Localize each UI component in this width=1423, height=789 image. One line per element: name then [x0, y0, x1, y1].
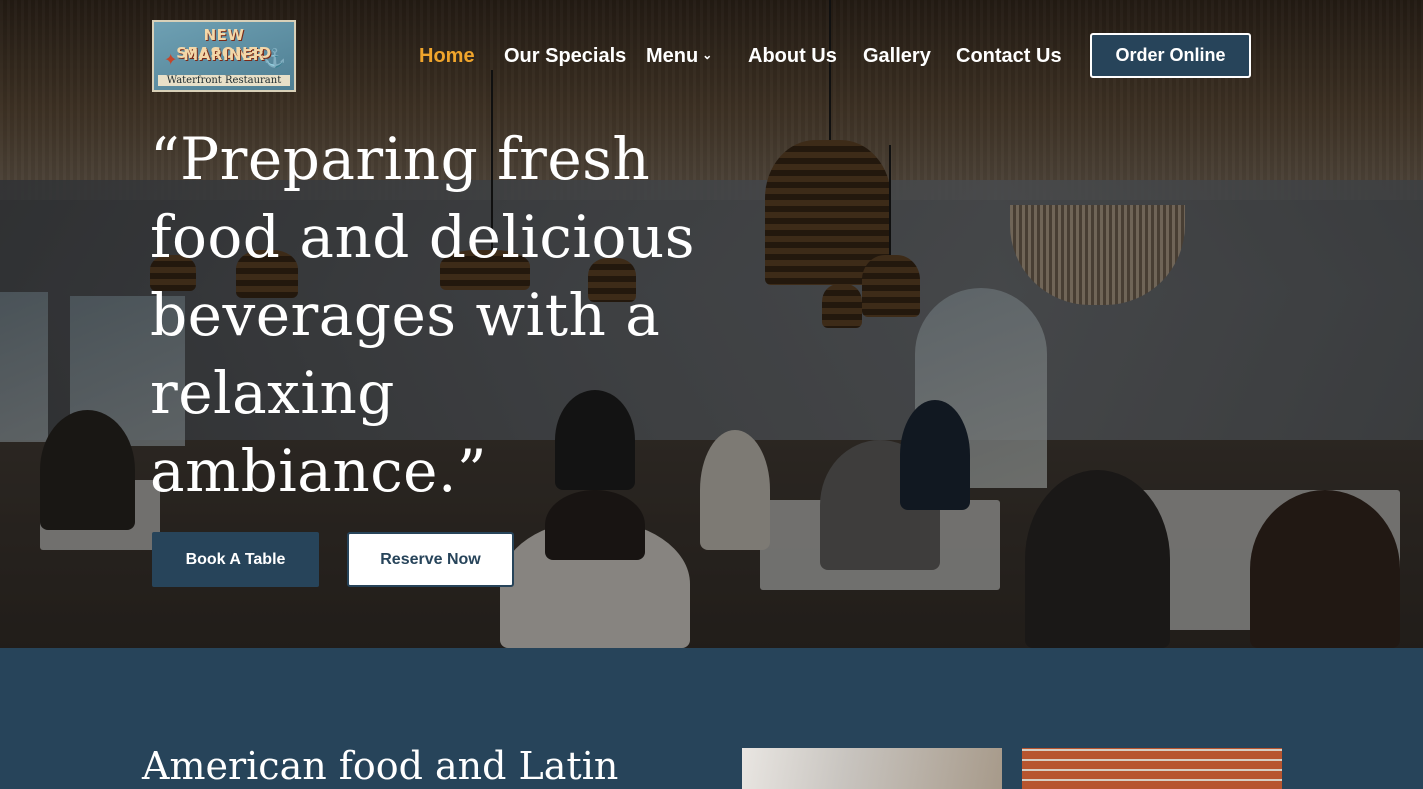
order-online-button[interactable]: Order Online [1090, 33, 1251, 78]
nav-contact-us[interactable]: Contact Us [956, 45, 1062, 68]
nav-gallery[interactable]: Gallery [863, 45, 931, 68]
chevron-down-icon: ⌄ [702, 48, 713, 62]
nav-menu[interactable]: Menu ⌄ [646, 45, 712, 68]
book-a-table-button[interactable]: Book A Table [152, 532, 319, 587]
nav-menu-label: Menu [646, 45, 699, 67]
logo-tagline: Waterfront Restaurant [158, 75, 290, 86]
section-image-interior [742, 748, 1002, 789]
nav-about-us[interactable]: About Us [748, 45, 837, 68]
reserve-now-button[interactable]: Reserve Now [347, 532, 514, 587]
about-section: American food and Latin [0, 648, 1423, 789]
hero-headline: “Preparing fresh food and delicious beve… [150, 125, 695, 505]
nav-our-specials[interactable]: Our Specials [504, 45, 626, 68]
section-image-brick [1022, 748, 1282, 789]
section-heading: American food and Latin [142, 744, 619, 788]
nav-home[interactable]: Home [419, 45, 475, 68]
